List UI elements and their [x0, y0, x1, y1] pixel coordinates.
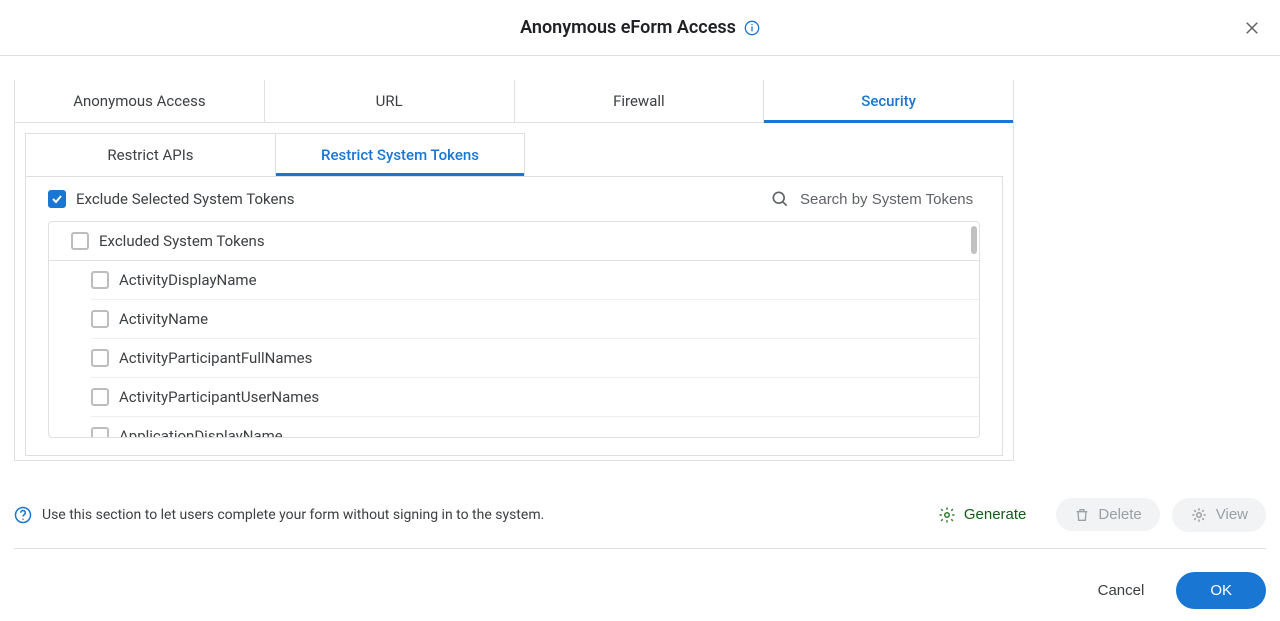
search-wrap [770, 189, 980, 209]
token-list[interactable]: ActivityDisplayName ActivityName ActivityP… [49, 261, 979, 437]
token-header: Excluded System Tokens [49, 222, 979, 261]
exclude-left: Exclude Selected System Tokens [48, 190, 294, 208]
gear-icon [938, 506, 956, 524]
subtab-restrict-system-tokens[interactable]: Restrict System Tokens [275, 133, 525, 176]
delete-button: Delete [1056, 498, 1159, 531]
trash-icon [1074, 507, 1090, 523]
delete-label: Delete [1098, 506, 1141, 523]
dialog-header: Anonymous eForm Access [0, 0, 1280, 56]
help-icon[interactable] [14, 506, 32, 524]
tab-anonymous-access[interactable]: Anonymous Access [15, 80, 265, 122]
token-header-checkbox[interactable] [71, 232, 89, 250]
dialog-title-wrap: Anonymous eForm Access [520, 17, 760, 38]
scrollbar-thumb[interactable] [971, 226, 977, 254]
cancel-button[interactable]: Cancel [1086, 574, 1157, 607]
token-row: ActivityName [91, 300, 979, 339]
footer-left: Use this section to let users complete y… [14, 506, 544, 524]
footer-bar: Use this section to let users complete y… [14, 493, 1266, 549]
view-icon [1190, 506, 1208, 524]
search-input[interactable] [800, 191, 980, 208]
footer-help-text: Use this section to let users complete y… [42, 507, 544, 523]
tab-security[interactable]: Security [764, 80, 1013, 122]
generate-button[interactable]: Generate [920, 498, 1045, 532]
view-label: View [1216, 506, 1248, 523]
generate-label: Generate [964, 506, 1027, 523]
subtab-restrict-apis[interactable]: Restrict APIs [25, 133, 275, 176]
token-label: ApplicationDisplayName [119, 427, 283, 437]
token-header-label: Excluded System Tokens [99, 232, 265, 250]
token-row: ActivityParticipantUserNames [91, 378, 979, 417]
token-row: ActivityParticipantFullNames [91, 339, 979, 378]
tab-firewall[interactable]: Firewall [515, 80, 765, 122]
content-area: Anonymous AccessURLFirewallSecurity Rest… [0, 80, 1280, 461]
token-label: ActivityParticipantFullNames [119, 349, 312, 367]
security-panel: Restrict APIsRestrict System Tokens Excl… [14, 123, 1014, 461]
info-icon[interactable] [744, 20, 760, 36]
token-checkbox[interactable] [91, 271, 109, 289]
ok-button[interactable]: OK [1176, 572, 1266, 609]
tab-url[interactable]: URL [265, 80, 515, 122]
dialog-footer: Cancel OK [1086, 572, 1266, 609]
exclude-row: Exclude Selected System Tokens [26, 177, 1002, 221]
view-button: View [1172, 498, 1266, 532]
search-icon[interactable] [770, 189, 790, 209]
token-checkbox[interactable] [91, 388, 109, 406]
token-checkbox[interactable] [91, 310, 109, 328]
sub-tabs: Restrict APIsRestrict System Tokens [15, 123, 1013, 176]
exclude-checkbox[interactable] [48, 190, 66, 208]
restrict-tokens-panel: Exclude Selected System Tokens Excluded … [25, 176, 1003, 456]
token-label: ActivityDisplayName [119, 271, 257, 289]
dialog-title: Anonymous eForm Access [520, 17, 736, 38]
token-checkbox[interactable] [91, 427, 109, 437]
token-row: ActivityDisplayName [91, 261, 979, 300]
token-table: Excluded System Tokens ActivityDisplayNa… [48, 221, 980, 438]
token-row: ApplicationDisplayName [91, 417, 979, 437]
footer-right: Generate Delete View [920, 498, 1266, 532]
token-label: ActivityName [119, 310, 208, 328]
close-icon[interactable] [1240, 16, 1264, 40]
token-checkbox[interactable] [91, 349, 109, 367]
main-tabs: Anonymous AccessURLFirewallSecurity [14, 80, 1014, 123]
exclude-label: Exclude Selected System Tokens [76, 190, 294, 208]
token-label: ActivityParticipantUserNames [119, 388, 319, 406]
